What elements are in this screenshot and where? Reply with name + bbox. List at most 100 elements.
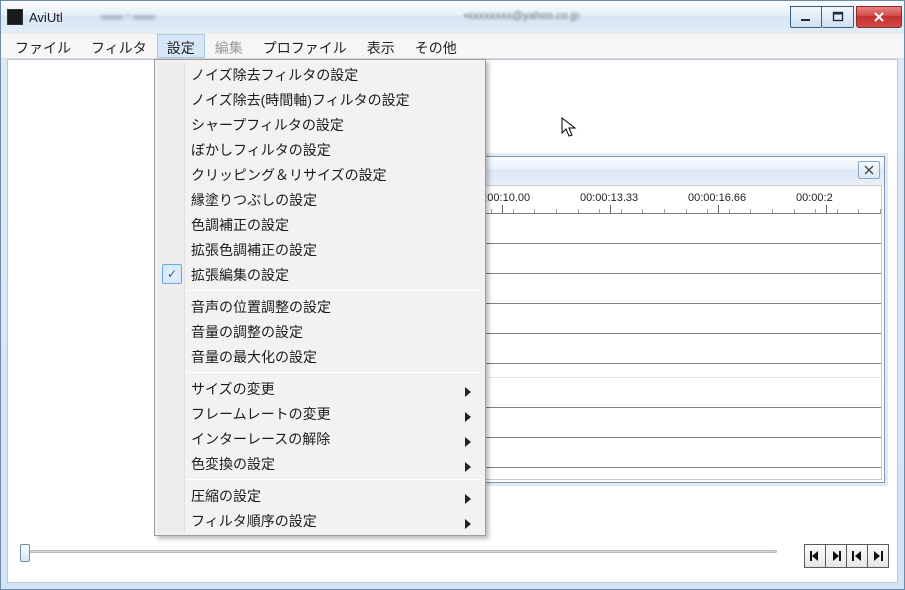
- ruler-tick-major: [718, 205, 719, 213]
- ruler-tick-label: 00:00:13.33: [580, 192, 638, 204]
- menu-item-6[interactable]: その他: [405, 34, 467, 58]
- ruler-tick-major: [502, 205, 503, 213]
- dropdown-item[interactable]: クリッピング＆リサイズの設定: [157, 162, 483, 187]
- ruler-tick-label: 00:00:2: [796, 192, 833, 204]
- dropdown-item[interactable]: 音量の最大化の設定: [157, 344, 483, 369]
- ruler-tick-minor: [621, 209, 622, 213]
- dropdown-item-label: サイズの変更: [191, 379, 275, 399]
- minimize-button[interactable]: [790, 6, 822, 28]
- cursor-icon: [561, 117, 579, 144]
- ruler-tick-minor: [794, 209, 795, 213]
- submenu-arrow-icon: [465, 434, 471, 450]
- dropdown-item-label: ノイズ除去(時間軸)フィルタの設定: [191, 90, 410, 110]
- close-button[interactable]: [856, 6, 902, 28]
- dropdown-item[interactable]: 音声の位置調整の設定: [157, 294, 483, 319]
- menu-item-1[interactable]: フィルタ: [81, 34, 157, 58]
- dropdown-item-label: 音量の最大化の設定: [191, 347, 317, 367]
- ruler-tick-minor: [513, 209, 514, 213]
- check-icon: ✓: [162, 264, 182, 284]
- dropdown-item[interactable]: 色変換の設定: [157, 451, 483, 476]
- dropdown-item[interactable]: 拡張色調補正の設定: [157, 237, 483, 262]
- submenu-arrow-icon: [465, 491, 471, 507]
- menu-item-3: 編集: [205, 34, 253, 58]
- ruler-tick-minor: [556, 209, 557, 213]
- dropdown-item[interactable]: フィルタ順序の設定: [157, 508, 483, 533]
- dropdown-item[interactable]: 拡張編集の設定 ✓: [157, 262, 483, 287]
- dropdown-item[interactable]: フレームレートの変更: [157, 401, 483, 426]
- dropdown-item[interactable]: インターレースの解除: [157, 426, 483, 451]
- dropdown-separator: [187, 290, 481, 291]
- ruler-tick-minor: [599, 209, 600, 213]
- app-icon: [7, 9, 23, 25]
- ruler-tick-minor: [534, 209, 535, 213]
- ruler-tick-minor: [729, 209, 730, 213]
- dropdown-separator: [187, 479, 481, 480]
- window-buttons: [790, 6, 902, 28]
- slider-thumb[interactable]: [20, 544, 30, 562]
- next-frame-button[interactable]: [825, 544, 847, 568]
- ruler-tick-minor: [578, 209, 579, 213]
- dropdown-item-label: 色変換の設定: [191, 454, 275, 474]
- dropdown-item[interactable]: サイズの変更: [157, 376, 483, 401]
- menu-item-0[interactable]: ファイル: [5, 34, 81, 58]
- go-end-button[interactable]: [867, 544, 889, 568]
- dropdown-item-label: 圧縮の設定: [191, 486, 261, 506]
- menu-item-4[interactable]: プロファイル: [253, 34, 357, 58]
- submenu-arrow-icon: [465, 409, 471, 425]
- ruler-tick-minor: [750, 209, 751, 213]
- menubar: ファイルフィルタ設定編集プロファイル表示その他: [1, 33, 904, 59]
- dropdown-item-label: ノイズ除去フィルタの設定: [191, 65, 358, 85]
- dropdown-item-label: 拡張編集の設定: [191, 265, 289, 285]
- dropdown-item[interactable]: 圧縮の設定: [157, 483, 483, 508]
- dropdown-item-label: シャープフィルタの設定: [191, 115, 344, 135]
- dropdown-item-label: 音声の位置調整の設定: [191, 297, 331, 317]
- dropdown-separator: [187, 372, 481, 373]
- ruler-tick-minor: [837, 209, 838, 213]
- dropdown-item[interactable]: ぼかしフィルタの設定: [157, 137, 483, 162]
- seek-slider[interactable]: [20, 542, 787, 562]
- ruler-tick-minor: [772, 209, 773, 213]
- submenu-arrow-icon: [465, 459, 471, 475]
- dropdown-item-label: 拡張色調補正の設定: [191, 240, 317, 260]
- ruler-tick-minor: [686, 209, 687, 213]
- ruler-tick-minor: [707, 209, 708, 213]
- dropdown-item[interactable]: シャープフィルタの設定: [157, 112, 483, 137]
- go-start-button[interactable]: [846, 544, 868, 568]
- dropdown-item[interactable]: 音量の調整の設定: [157, 319, 483, 344]
- dropdown-item-label: インターレースの解除: [191, 429, 330, 449]
- timeline-close-button[interactable]: [858, 161, 880, 179]
- dropdown-item-label: フレームレートの変更: [191, 404, 331, 424]
- dropdown-item-label: 音量の調整の設定: [191, 322, 303, 342]
- prev-frame-button[interactable]: [804, 544, 826, 568]
- ruler-tick-minor: [880, 209, 881, 213]
- main-window: AviUtl ▬▬ ▪ ▬▬ •xxxxxxxx@yahoo.co.jp ファイ…: [0, 0, 905, 590]
- ghost-text-icon: ▬▬ ▪ ▬▬: [101, 10, 155, 22]
- dropdown-item-label: ぼかしフィルタの設定: [191, 140, 331, 160]
- ruler-tick-minor: [858, 209, 859, 213]
- dropdown-item-label: 色調補正の設定: [191, 215, 289, 235]
- dropdown-item-label: クリッピング＆リサイズの設定: [191, 165, 387, 185]
- menu-item-2[interactable]: 設定: [157, 34, 205, 58]
- titlebar[interactable]: AviUtl ▬▬ ▪ ▬▬ •xxxxxxxx@yahoo.co.jp: [1, 1, 904, 33]
- ghost-email: •xxxxxxxx@yahoo.co.jp: [464, 10, 579, 22]
- ruler-tick-minor: [642, 209, 643, 213]
- slider-track: [30, 550, 777, 553]
- window-title: AviUtl: [29, 10, 63, 25]
- maximize-button[interactable]: [822, 6, 854, 28]
- ruler-tick-minor: [815, 209, 816, 213]
- dropdown-item-label: 縁塗りつぶしの設定: [191, 190, 317, 210]
- submenu-arrow-icon: [465, 516, 471, 532]
- ruler-tick-minor: [664, 209, 665, 213]
- dropdown-item[interactable]: ノイズ除去フィルタの設定: [157, 62, 483, 87]
- ruler-tick-major: [610, 205, 611, 213]
- menu-item-5[interactable]: 表示: [357, 34, 405, 58]
- ruler-tick-minor: [491, 209, 492, 213]
- ruler-tick-major: [826, 205, 827, 213]
- dropdown-item[interactable]: ノイズ除去(時間軸)フィルタの設定: [157, 87, 483, 112]
- settings-dropdown: ノイズ除去フィルタの設定ノイズ除去(時間軸)フィルタの設定シャープフィルタの設定…: [154, 59, 486, 536]
- submenu-arrow-icon: [465, 384, 471, 400]
- dropdown-item-label: フィルタ順序の設定: [191, 511, 317, 531]
- dropdown-item[interactable]: 色調補正の設定: [157, 212, 483, 237]
- nav-buttons: [805, 544, 889, 568]
- dropdown-item[interactable]: 縁塗りつぶしの設定: [157, 187, 483, 212]
